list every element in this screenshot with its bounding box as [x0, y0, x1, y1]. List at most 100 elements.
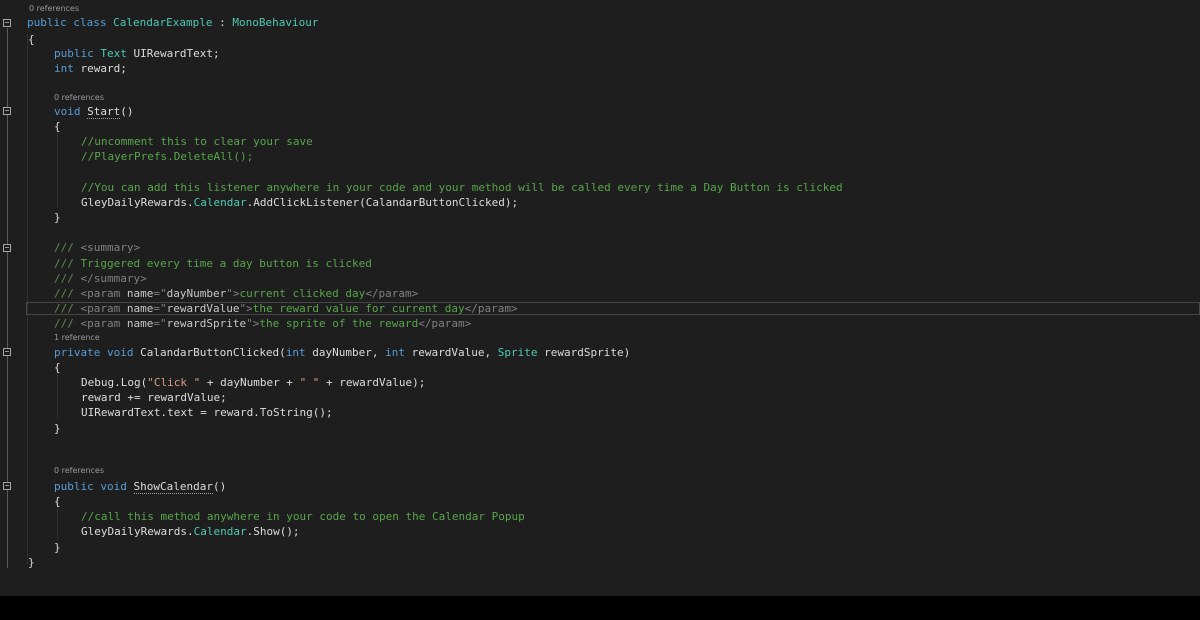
code-lens-start-references[interactable]: 0 references [54, 93, 104, 103]
doc-comment-slashes: /// [54, 257, 74, 270]
keyword: int [285, 346, 306, 359]
code-line[interactable]: //uncomment this to clear your save [0, 134, 1200, 149]
identifier: + rewardValue); [319, 376, 426, 389]
method-name: CalandarButtonClicked( [133, 346, 286, 359]
type-name: Text [100, 47, 127, 60]
code-line[interactable]: int reward; [0, 61, 1200, 76]
code-line[interactable]: } [0, 210, 1200, 225]
code-line[interactable]: /// Triggered every time a day button is… [0, 256, 1200, 271]
brace: } [54, 211, 61, 224]
keyword: void [106, 346, 134, 359]
xml-tag: <param [73, 317, 127, 330]
code-line[interactable]: public void ShowCalendar() [0, 479, 1200, 494]
brace: } [28, 556, 35, 569]
code-line[interactable]: } [0, 540, 1200, 555]
keyword: int [54, 62, 74, 75]
xml-punctuation: "> [226, 287, 240, 300]
statement: UIRewardText.text = reward.ToString(); [81, 406, 333, 419]
identifier: Debug.Log( [81, 376, 148, 389]
identifier: UIRewardText; [126, 47, 220, 60]
parameter: rewardSprite) [537, 346, 631, 359]
xml-punctuation: =" [153, 317, 167, 330]
method-name: Start [87, 105, 121, 119]
type-name: Calendar [193, 196, 247, 209]
xml-attribute: name [126, 287, 154, 300]
code-line[interactable]: reward += rewardValue; [0, 390, 1200, 405]
code-line[interactable]: GleyDailyRewards.Calendar.Show(); [0, 524, 1200, 539]
code-line[interactable]: /// <summary> [0, 240, 1200, 255]
keyword: public [27, 16, 67, 29]
comment: //PlayerPrefs.DeleteAll(); [81, 150, 254, 163]
doc-comment-slashes: /// [54, 272, 74, 285]
code-lens-show-references[interactable]: 0 references [54, 466, 104, 476]
code-line[interactable]: GleyDailyRewards.Calendar.AddClickListen… [0, 195, 1200, 210]
code-line[interactable]: { [0, 32, 1200, 47]
class-name: CalendarExample [113, 16, 213, 29]
code-line[interactable]: } [0, 421, 1200, 436]
doc-comment-text: Triggered every time a day button is cli… [73, 257, 372, 270]
xml-tag: </param> [464, 302, 518, 315]
doc-comment-slashes: /// [54, 302, 74, 315]
code-editor[interactable]: − − − − − 0 references 0 references 1 re… [0, 0, 1200, 596]
code-line[interactable]: UIRewardText.text = reward.ToString(); [0, 405, 1200, 420]
punctuation: : [212, 16, 233, 29]
code-line[interactable]: /// </summary> [0, 271, 1200, 286]
xml-tag: </param> [418, 317, 472, 330]
code-line[interactable]: //You can add this listener anywhere in … [0, 180, 1200, 195]
code-line[interactable]: //call this method anywhere in your code… [0, 509, 1200, 524]
xml-punctuation: =" [153, 302, 167, 315]
code-line[interactable]: public Text UIRewardText; [0, 46, 1200, 61]
brace: } [54, 422, 61, 435]
statement: reward += rewardValue; [81, 391, 227, 404]
keyword: void [54, 105, 81, 118]
string-literal: "Click " [147, 376, 201, 389]
code-line[interactable]: { [0, 494, 1200, 509]
keyword: class [73, 16, 107, 29]
brace: { [54, 495, 61, 508]
code-lens-class-references[interactable]: 0 references [29, 4, 79, 14]
doc-comment-text: the sprite of the reward [259, 317, 419, 330]
code-lens-clicked-references[interactable]: 1 reference [54, 333, 100, 343]
doc-comment-slashes: /// [54, 241, 74, 254]
brace: { [54, 361, 61, 374]
brace: } [54, 541, 61, 554]
doc-comment-text: the reward value for current day [252, 302, 465, 315]
keyword: public [54, 47, 94, 60]
code-line[interactable]: { [0, 360, 1200, 375]
xml-tag: </summary> [73, 272, 147, 285]
code-line[interactable]: private void CalandarButtonClicked(int d… [0, 345, 1200, 360]
code-line[interactable]: Debug.Log("Click " + dayNumber + " " + r… [0, 375, 1200, 390]
code-line[interactable]: } [0, 555, 1200, 570]
xml-punctuation: =" [153, 287, 167, 300]
keyword: int [385, 346, 406, 359]
doc-comment-slashes: /// [54, 317, 74, 330]
identifier: GleyDailyRewards. [81, 196, 194, 209]
brace: { [28, 33, 35, 46]
xml-punctuation: "> [246, 317, 260, 330]
comment: //call this method anywhere in your code… [81, 510, 525, 523]
xml-attribute-value: dayNumber [166, 287, 227, 300]
type-name: Calendar [193, 525, 247, 538]
punctuation: () [120, 105, 134, 118]
punctuation: () [212, 480, 227, 493]
code-line[interactable]: void Start() [0, 104, 1200, 119]
xml-tag: </param> [365, 287, 419, 300]
method-name: ShowCalendar [133, 480, 213, 494]
code-line[interactable]: /// <param name="rewardSprite">the sprit… [0, 316, 1200, 331]
code-line-current[interactable]: /// <param name="rewardValue">the reward… [0, 301, 1200, 316]
xml-tag: <param [73, 302, 127, 315]
identifier: .Show(); [246, 525, 300, 538]
string-literal: " " [299, 376, 320, 389]
code-line[interactable]: /// <param name="dayNumber">current clic… [0, 286, 1200, 301]
code-line[interactable]: //PlayerPrefs.DeleteAll(); [0, 149, 1200, 164]
identifier: reward; [73, 62, 127, 75]
type-name: Sprite [497, 346, 538, 359]
code-line[interactable]: public class CalendarExample : MonoBehav… [0, 15, 1200, 30]
xml-attribute-value: rewardSprite [166, 317, 247, 330]
code-line[interactable]: { [0, 119, 1200, 134]
comment: //uncomment this to clear your save [81, 135, 313, 148]
xml-attribute-value: rewardValue [166, 302, 240, 315]
identifier: .AddClickListener(CalandarButtonClicked)… [246, 196, 519, 209]
keyword: public [54, 480, 94, 493]
base-class-name: MonoBehaviour [232, 16, 319, 29]
